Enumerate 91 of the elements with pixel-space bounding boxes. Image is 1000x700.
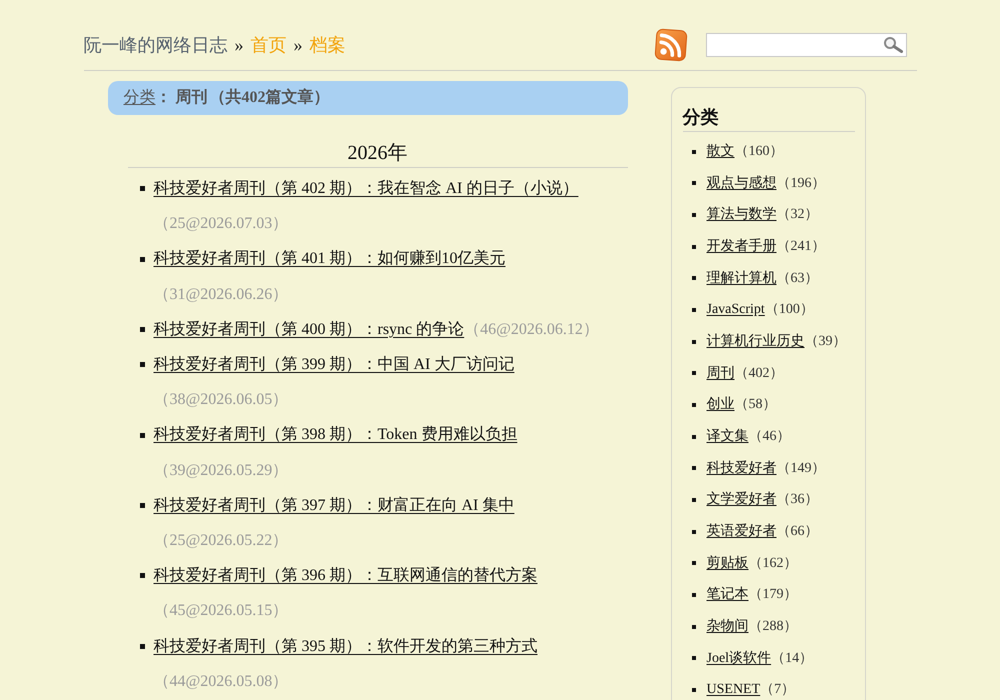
bullet-icon	[692, 530, 696, 534]
article-meta: （45@2026.05.15）	[154, 602, 288, 620]
category-link[interactable]: 开发者手册	[706, 238, 776, 254]
article-meta: （38@2026.06.05）	[154, 391, 288, 408]
bullet-icon	[692, 181, 696, 186]
bullet-icon	[692, 244, 696, 249]
article-link[interactable]: 科技爱好者周刊（第 396 期）：互联网通信的替代方案	[154, 567, 538, 584]
category-link[interactable]: USENET	[706, 682, 760, 698]
bullet-icon	[692, 276, 696, 280]
label-colon: ：	[156, 88, 172, 108]
bullet-icon	[140, 326, 144, 332]
category-link[interactable]: 观点与感想	[706, 176, 776, 191]
article-meta: （39@2026.05.29）	[154, 462, 288, 479]
breadcrumb-separator: »	[294, 34, 302, 56]
article-link[interactable]: 科技爱好者周刊（第 401 期）：如何赚到10亿美元	[154, 250, 506, 268]
category-count: （32）	[776, 207, 818, 222]
bullet-icon	[692, 403, 696, 408]
category-link[interactable]: 译文集	[706, 428, 748, 444]
category-link[interactable]: 计算机行业历史	[706, 334, 804, 349]
category-count: （149）	[776, 460, 826, 476]
bullet-icon	[692, 466, 696, 470]
article-meta: （25@2026.05.22）	[154, 532, 288, 550]
breadcrumb-separator: »	[234, 34, 244, 56]
category-link[interactable]: 剪贴板	[706, 556, 748, 571]
bullet-icon	[140, 502, 144, 508]
category-count: （288）	[748, 618, 798, 634]
category-count: （63）	[776, 270, 818, 286]
article-link[interactable]: 科技爱好者周刊（第 395 期）：软件开发的第三种方式	[154, 638, 538, 655]
category-count: （179）	[748, 587, 798, 602]
category-link[interactable]: 科技爱好者	[706, 460, 776, 476]
bullet-icon	[140, 186, 144, 192]
article-link[interactable]: 科技爱好者周刊（第 397 期）：财富正在向 AI 集中	[154, 496, 514, 514]
bullet-icon	[140, 644, 144, 649]
sidebar-heading: 分类	[682, 107, 718, 127]
category-link[interactable]: 散文	[706, 144, 734, 159]
category-link[interactable]: 分类	[124, 86, 156, 110]
category-count: （58）	[734, 397, 776, 412]
bullet-icon	[140, 573, 144, 578]
category-link[interactable]: 文学爱好者	[706, 492, 776, 508]
category-count: （402）	[734, 366, 784, 381]
bullet-icon	[692, 498, 696, 502]
article-link[interactable]: 科技爱好者周刊（第 398 期）：Token 费用难以负担	[154, 426, 518, 444]
bullet-icon	[692, 434, 696, 439]
category-link[interactable]: JavaScript	[706, 302, 765, 318]
category-link[interactable]: 英语爱好者	[706, 524, 776, 539]
bullet-icon	[692, 624, 696, 629]
category-count: （241）	[776, 238, 826, 254]
category-link[interactable]: 周刊	[706, 366, 734, 381]
article-total: （共402篇文章）	[210, 87, 330, 108]
category-count: （7）	[760, 682, 796, 698]
bullet-icon	[692, 340, 696, 344]
site-title-link[interactable]: 阮一峰的网络日志	[84, 32, 228, 58]
category-count: （14）	[771, 650, 814, 666]
rss-icon[interactable]	[654, 28, 688, 62]
category-count: （196）	[776, 176, 826, 191]
article-link[interactable]: 科技爱好者周刊（第 400 期）：rsync 的争论	[154, 320, 464, 338]
category-count: （162）	[748, 556, 798, 571]
year-heading: 2026年	[348, 142, 408, 164]
article-meta: （31@2026.06.26）	[154, 286, 288, 303]
search-button[interactable]	[882, 37, 902, 53]
bullet-icon	[140, 362, 144, 368]
article-link[interactable]: 科技爱好者周刊（第 399 期）：中国 AI 大厂访问记	[154, 356, 514, 374]
bullet-icon	[692, 561, 696, 566]
category-link[interactable]: 理解计算机	[706, 270, 776, 286]
category-count: （36）	[776, 492, 818, 508]
bullet-icon	[692, 656, 696, 660]
category-name: 周刊	[176, 88, 208, 108]
category-count: （100）	[764, 302, 814, 318]
bullet-icon	[692, 371, 696, 376]
bullet-icon	[692, 150, 696, 154]
category-link[interactable]: Joel谈软件	[706, 650, 772, 666]
category-link[interactable]: 算法与数学	[706, 207, 776, 222]
category-count: （160）	[734, 144, 784, 159]
bullet-icon	[692, 308, 696, 312]
bullet-icon	[692, 213, 696, 218]
search-field[interactable]	[706, 33, 906, 57]
article-link[interactable]: 科技爱好者周刊（第 402 期）：我在智念 AI 的日子（小说）	[154, 180, 578, 197]
bullet-icon	[140, 256, 144, 262]
category-count: （39）	[804, 334, 846, 349]
bullet-icon	[140, 432, 144, 438]
bullet-icon	[692, 593, 696, 597]
category-link[interactable]: 创业	[706, 397, 734, 412]
article-meta: （25@2026.07.03）	[154, 215, 288, 232]
article-meta: （44@2026.05.08）	[154, 672, 288, 690]
bullet-icon	[692, 688, 696, 692]
category-link[interactable]: 笔记本	[706, 587, 748, 602]
category-count: （46）	[748, 428, 790, 444]
category-link[interactable]: 杂物间	[706, 618, 748, 634]
article-meta: （46@2026.06.12）	[464, 320, 599, 338]
search-icon	[882, 37, 902, 53]
category-count: （66）	[776, 524, 818, 539]
